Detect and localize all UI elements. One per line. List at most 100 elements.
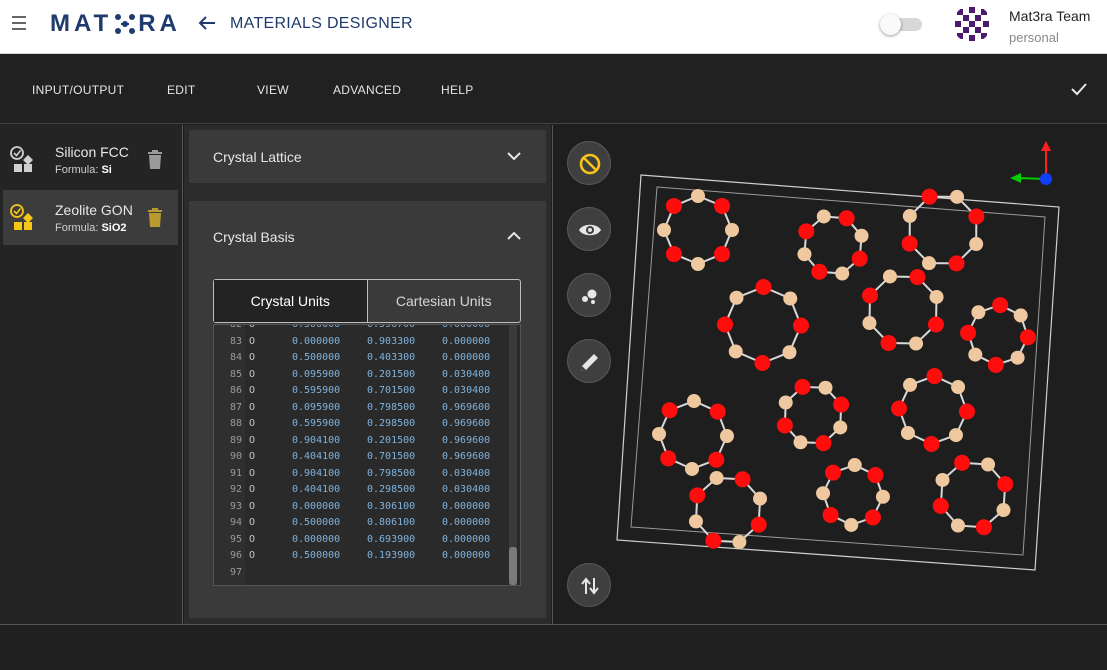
coord-z: 0.000000	[442, 352, 491, 363]
line-number: 86	[229, 385, 242, 396]
silicon-atom	[968, 347, 983, 362]
oxygen-atom	[815, 435, 832, 452]
trash-icon[interactable]	[147, 150, 163, 170]
silicon-atom	[875, 489, 890, 504]
crystal-lattice-accordion[interactable]: Crystal Lattice	[189, 130, 546, 183]
coord-z: 0.969600	[442, 418, 491, 429]
checkmark-icon[interactable]	[1069, 79, 1089, 99]
hamburger-menu-icon[interactable]	[12, 13, 28, 33]
menu-help[interactable]: HELP	[441, 83, 474, 97]
silicon-atom	[833, 420, 848, 435]
oxygen-atom	[997, 476, 1014, 493]
silicon-atom	[909, 336, 924, 351]
swap-vertical-icon	[581, 577, 599, 595]
atoms-button[interactable]	[567, 273, 611, 317]
silicon-atom	[950, 518, 965, 533]
edit-button[interactable]	[567, 339, 611, 383]
silicon-atom	[862, 316, 877, 331]
oxygen-atom	[932, 497, 949, 514]
silicon-atom	[844, 517, 859, 532]
line-number: 92	[229, 484, 242, 495]
coord-z: 0.030400	[442, 467, 491, 479]
line-number: 88	[229, 418, 242, 429]
silicon-atom	[709, 470, 724, 485]
line-number: 93	[229, 500, 242, 512]
silicon-atom	[902, 208, 917, 223]
line-number: 90	[229, 451, 242, 462]
crystal-basis-accordion[interactable]: Crystal Basis	[189, 201, 546, 254]
menu-input-output[interactable]: INPUT/OUTPUT	[32, 83, 124, 97]
code-line: 90 O 0.404100 0.701500 0.969600	[214, 449, 514, 466]
oxygen-atom	[811, 263, 828, 280]
line-number: 96	[229, 550, 242, 561]
back-arrow-icon[interactable]	[196, 12, 218, 34]
line-number: 97	[229, 566, 242, 578]
tab-crystal-units[interactable]: Crystal Units	[214, 280, 368, 322]
top-header: MAT RA MATERIALS DESIGNER Mat3ra Team pe…	[0, 0, 1107, 54]
coord-y: 0.798500	[367, 401, 416, 413]
coord-z: 0.000000	[442, 335, 491, 347]
element-symbol: O	[249, 368, 256, 380]
code-line: 88 O 0.595900 0.298500 0.969600	[214, 416, 514, 433]
chevron-up-icon	[507, 231, 521, 240]
code-scroll-thumb[interactable]	[509, 547, 517, 585]
theme-toggle[interactable]	[880, 14, 924, 35]
silicon-atom	[729, 290, 744, 305]
menu-edit[interactable]: EDIT	[167, 83, 196, 97]
toggle-visibility-button[interactable]	[567, 207, 611, 251]
line-number: 91	[229, 467, 242, 479]
oxygen-atom	[927, 316, 944, 333]
silicon-atom	[1013, 308, 1028, 323]
coord-x: 0.500000	[292, 324, 341, 330]
coord-x: 0.000000	[292, 335, 341, 347]
code-lines: 82 O 0.500000 0.596700 0.000000 83 O 0.000000 0.…	[214, 324, 514, 581]
structure-3d-canvas[interactable]	[613, 135, 1103, 615]
oxygen-atom	[958, 403, 975, 420]
oxygen-atom	[909, 269, 926, 286]
silicon-atom	[854, 228, 869, 243]
oxygen-atom	[794, 378, 811, 395]
coord-x: 0.404100	[292, 484, 341, 495]
avatar[interactable]	[953, 5, 991, 43]
element-symbol: O	[249, 451, 256, 462]
coord-x: 0.404100	[292, 451, 341, 462]
oxygen-atom	[954, 454, 971, 471]
oxygen-atom	[864, 509, 881, 526]
bottom-bar	[0, 624, 1107, 670]
silicon-atom	[903, 377, 918, 392]
code-line: 94 O 0.500000 0.806100 0.000000	[214, 515, 514, 532]
silicon-atom	[728, 344, 743, 359]
material-item-silicon-fcc[interactable]: Silicon FCC Formula: Si	[3, 132, 178, 187]
oxygen-atom	[822, 506, 839, 523]
app-root: MAT RA MATERIALS DESIGNER Mat3ra Team pe…	[0, 0, 1107, 670]
editor-panel: Crystal Lattice Crystal Basis Crystal Un…	[184, 125, 551, 624]
toggle-interaction-button[interactable]	[567, 141, 611, 185]
material-item-zeolite-gon[interactable]: Zeolite GON Formula: SiO2	[3, 190, 178, 245]
oxygen-atom	[689, 487, 706, 504]
oxygen-atom	[714, 246, 731, 263]
coord-x: 0.500000	[292, 550, 341, 561]
coord-x: 0.904100	[292, 434, 341, 446]
coord-x: 0.904100	[292, 467, 341, 479]
swap-axes-button[interactable]	[567, 563, 611, 607]
silicon-atom	[691, 257, 705, 271]
brand-logo[interactable]: MAT RA	[50, 10, 181, 38]
trash-icon[interactable]	[147, 208, 163, 228]
silicon-atom	[948, 428, 963, 443]
basis-code-editor[interactable]: 82 O 0.500000 0.596700 0.000000 83 O 0.000000 0.…	[213, 324, 521, 586]
tab-cartesian-units[interactable]: Cartesian Units	[368, 280, 521, 322]
coord-y: 0.193900	[367, 550, 416, 561]
user-name[interactable]: Mat3ra Team	[1009, 8, 1090, 24]
line-number: 84	[229, 352, 242, 363]
oxygen-atom	[750, 516, 767, 533]
menu-advanced[interactable]: ADVANCED	[333, 83, 401, 97]
line-number: 89	[229, 434, 242, 446]
oxygen-atom	[717, 316, 734, 333]
material-structure-icon	[10, 204, 33, 230]
oxygen-atom	[867, 467, 884, 484]
silicon-atom	[657, 223, 671, 237]
silicon-atom	[685, 461, 700, 476]
silicon-atom	[971, 305, 986, 320]
code-line: 82 O 0.500000 0.596700 0.000000	[214, 324, 514, 334]
menu-view[interactable]: VIEW	[257, 83, 289, 97]
